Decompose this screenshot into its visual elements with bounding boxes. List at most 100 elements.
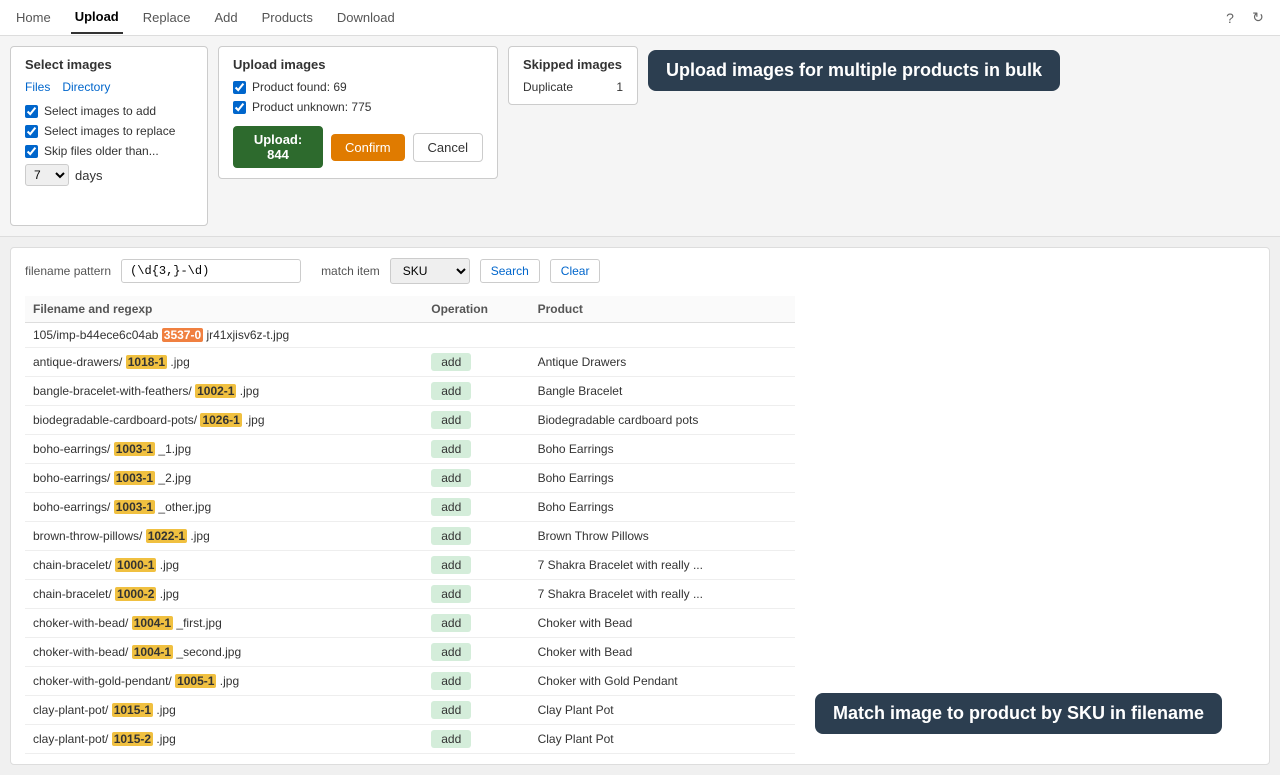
filename-cell: clay-plant-pot/ 1015-1 .jpg: [25, 696, 423, 725]
filename-cell: boho-earrings/ 1003-1 _2.jpg: [25, 464, 423, 493]
clear-button[interactable]: Clear: [550, 259, 601, 283]
skipped-images-panel: Skipped images Duplicate 1: [508, 46, 638, 105]
product-cell: Choker with Gold Pendant: [530, 667, 795, 696]
nav-home[interactable]: Home: [12, 2, 55, 33]
operation-cell: add: [423, 667, 529, 696]
filename-cell: choker-with-bead/ 1004-1 _first.jpg: [25, 609, 423, 638]
checkbox-skip-older-input[interactable]: [25, 145, 38, 158]
table-row: biodegradable-cardboard-pots/ 1026-1 .jp…: [25, 406, 795, 435]
checkbox-select-add-input[interactable]: [25, 105, 38, 118]
pattern-label: filename pattern: [25, 264, 111, 278]
content-wrapper: Filename and regexp Operation Product 10…: [25, 296, 1255, 754]
select-images-title: Select images: [25, 57, 193, 72]
table-row: chain-bracelet/ 1000-2 .jpgadd7 Shakra B…: [25, 580, 795, 609]
checkbox-select-replace: Select images to replace: [25, 124, 193, 138]
operation-cell: add: [423, 406, 529, 435]
filename-cell: chain-bracelet/ 1000-1 .jpg: [25, 551, 423, 580]
filename-cell: choker-with-gold-pendant/ 1005-1 .jpg: [25, 667, 423, 696]
table-section: Filename and regexp Operation Product 10…: [25, 296, 795, 754]
table-row: boho-earrings/ 1003-1 _1.jpgaddBoho Earr…: [25, 435, 795, 464]
table-row: boho-earrings/ 1003-1 _2.jpgaddBoho Earr…: [25, 464, 795, 493]
main-content: filename pattern match item SKU Name Bar…: [10, 247, 1270, 765]
nav-products[interactable]: Products: [258, 2, 317, 33]
product-cell: Boho Earrings: [530, 435, 795, 464]
operation-cell: add: [423, 464, 529, 493]
table-row: boho-earrings/ 1003-1 _other.jpgaddBoho …: [25, 493, 795, 522]
operation-cell: add: [423, 725, 529, 754]
days-select[interactable]: 71430: [25, 164, 69, 186]
skipped-duplicate-label: Duplicate: [523, 80, 573, 94]
pattern-input[interactable]: [121, 259, 301, 283]
upper-right: Upload images for multiple products in b…: [648, 46, 1060, 91]
operation-cell: add: [423, 696, 529, 725]
skipped-images-title: Skipped images: [523, 57, 623, 72]
days-row: 71430 days: [25, 164, 193, 186]
product-cell: Choker with Bead: [530, 609, 795, 638]
upload-images-panel: Upload images Product found: 69 Product …: [218, 46, 498, 179]
nav-add[interactable]: Add: [210, 2, 241, 33]
nav-replace[interactable]: Replace: [139, 2, 195, 33]
operation-cell: add: [423, 638, 529, 667]
upload-btn-row: Upload: 844 Confirm Cancel: [233, 126, 483, 168]
product-cell: Antique Drawers: [530, 348, 795, 377]
upload-button[interactable]: Upload: 844: [233, 126, 323, 168]
product-cell: 7 Shakra Bracelet with really ...: [530, 580, 795, 609]
skipped-duplicate-row: Duplicate 1: [523, 80, 623, 94]
product-cell: Bangle Bracelet: [530, 377, 795, 406]
col-operation: Operation: [423, 296, 529, 323]
product-cell: Boho Earrings: [530, 464, 795, 493]
nav-download[interactable]: Download: [333, 2, 399, 33]
table-row: antique-drawers/ 1018-1 .jpgaddAntique D…: [25, 348, 795, 377]
search-button[interactable]: Search: [480, 259, 540, 283]
tooltip-upload-banner: Upload images for multiple products in b…: [648, 50, 1060, 91]
nav-upload[interactable]: Upload: [71, 1, 123, 34]
checkbox-select-replace-label: Select images to replace: [44, 124, 175, 138]
confirm-button[interactable]: Confirm: [331, 134, 405, 161]
tab-directory[interactable]: Directory: [62, 80, 110, 94]
col-filename: Filename and regexp: [25, 296, 423, 323]
match-label: match item: [321, 264, 380, 278]
table-row: choker-with-bead/ 1004-1 _second.jpgaddC…: [25, 638, 795, 667]
filename-cell: bangle-bracelet-with-feathers/ 1002-1 .j…: [25, 377, 423, 406]
table-row: 105/imp-b44ece6c04ab 3537-0 jr41xjisv6z-…: [25, 323, 795, 348]
table-row: clay-plant-pot/ 1015-1 .jpgaddClay Plant…: [25, 696, 795, 725]
checkbox-select-add-label: Select images to add: [44, 104, 156, 118]
days-label: days: [75, 168, 102, 183]
match-select[interactable]: SKU Name Barcode: [390, 258, 470, 284]
filename-cell: clay-plant-pot/ 1015-2 .jpg: [25, 725, 423, 754]
filename-cell: 105/imp-b44ece6c04ab 3537-0 jr41xjisv6z-…: [25, 323, 423, 348]
filename-cell: choker-with-bead/ 1004-1 _second.jpg: [25, 638, 423, 667]
product-cell: [530, 323, 795, 348]
product-cell: Clay Plant Pot: [530, 696, 795, 725]
select-images-panel: Select images Files Directory Select ima…: [10, 46, 208, 226]
operation-cell: add: [423, 493, 529, 522]
checkbox-product-unknown: Product unknown: 775: [233, 100, 483, 114]
checkbox-product-unknown-input[interactable]: [233, 101, 246, 114]
table-row: brown-throw-pillows/ 1022-1 .jpgaddBrown…: [25, 522, 795, 551]
operation-cell: [423, 323, 529, 348]
cancel-button[interactable]: Cancel: [413, 133, 483, 162]
upper-panel: Select images Files Directory Select ima…: [0, 36, 1280, 237]
product-cell: Biodegradable cardboard pots: [530, 406, 795, 435]
top-nav: Home Upload Replace Add Products Downloa…: [0, 0, 1280, 36]
checkbox-skip-older-label: Skip files older than...: [44, 144, 159, 158]
refresh-icon[interactable]: ↻: [1248, 8, 1268, 28]
table-row: choker-with-bead/ 1004-1 _first.jpgaddCh…: [25, 609, 795, 638]
checkbox-product-unknown-label: Product unknown: 775: [252, 100, 371, 114]
checkbox-product-found-input[interactable]: [233, 81, 246, 94]
help-icon[interactable]: ?: [1220, 8, 1240, 28]
operation-cell: add: [423, 377, 529, 406]
right-section: Match image to product by SKU in filenam…: [795, 296, 1255, 754]
filename-cell: biodegradable-cardboard-pots/ 1026-1 .jp…: [25, 406, 423, 435]
upload-images-title: Upload images: [233, 57, 483, 72]
product-cell: Clay Plant Pot: [530, 725, 795, 754]
checkbox-product-found: Product found: 69: [233, 80, 483, 94]
filter-row: filename pattern match item SKU Name Bar…: [25, 258, 1255, 284]
operation-cell: add: [423, 348, 529, 377]
operation-cell: add: [423, 522, 529, 551]
tab-files[interactable]: Files: [25, 80, 50, 94]
table-row: clay-plant-pot/ 1015-2 .jpgaddClay Plant…: [25, 725, 795, 754]
checkbox-select-replace-input[interactable]: [25, 125, 38, 138]
product-cell: Boho Earrings: [530, 493, 795, 522]
filename-cell: boho-earrings/ 1003-1 _other.jpg: [25, 493, 423, 522]
